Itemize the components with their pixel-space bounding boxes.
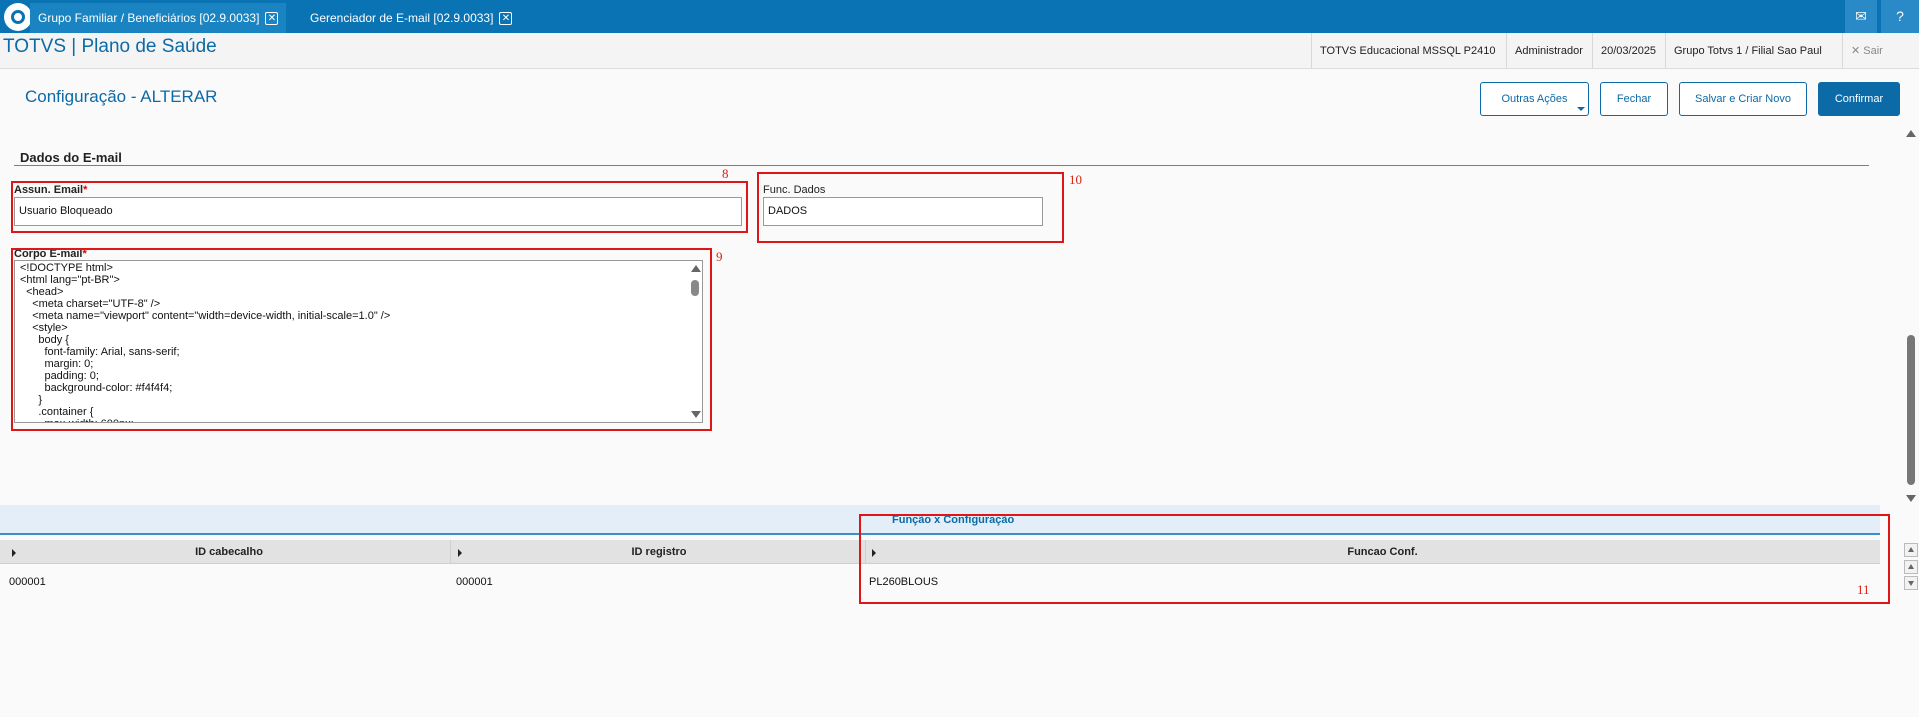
save-new-label: Salvar e Criar Novo xyxy=(1695,93,1791,105)
section-title: Dados do E-mail xyxy=(20,150,122,165)
close-icon: ✕ xyxy=(1851,45,1861,57)
annotation-box-8 xyxy=(11,181,748,233)
scroll-thumb[interactable] xyxy=(1907,335,1915,485)
save-and-new-button[interactable]: Salvar e Criar Novo xyxy=(1679,82,1807,116)
annotation-label-11: 11 xyxy=(1857,582,1870,597)
tab-label: Grupo Familiar / Beneficiários [02.9.003… xyxy=(38,11,260,25)
tab-gerenciador-email[interactable]: Gerenciador de E-mail [02.9.0033] ✕ xyxy=(302,3,521,33)
chevron-down-icon xyxy=(1577,107,1585,111)
user-info: Administrador xyxy=(1506,33,1591,69)
cell-id-cabecalho[interactable]: 000001 xyxy=(9,576,46,588)
column-header-id-cabecalho[interactable]: ID cabecalho xyxy=(0,540,458,564)
annotation-box-10 xyxy=(757,172,1064,243)
tab-label: Gerenciador de E-mail [02.9.0033] xyxy=(310,11,494,25)
top-tab-bar: Grupo Familiar / Beneficiários [02.9.003… xyxy=(0,0,1919,33)
scroll-down-icon[interactable] xyxy=(1906,495,1916,502)
close-icon[interactable]: ✕ xyxy=(499,12,513,26)
branch-info[interactable]: Grupo Totvs 1 / Filial Sao Paul xyxy=(1665,33,1830,69)
date-info: 20/03/2025 xyxy=(1592,33,1664,69)
annotation-label-10: 10 xyxy=(1069,172,1082,187)
tab-grupo-familiar[interactable]: Grupo Familiar / Beneficiários [02.9.003… xyxy=(30,3,287,33)
close-label: Fechar xyxy=(1616,93,1652,105)
close-button[interactable]: Fechar xyxy=(1600,82,1668,116)
scroll-up-icon[interactable] xyxy=(1906,130,1916,137)
logout-label: Sair xyxy=(1863,45,1883,57)
page-scrollbar[interactable] xyxy=(1905,130,1917,502)
more-actions-button[interactable]: Outras Ações xyxy=(1480,82,1589,116)
logout-button[interactable]: ✕ Sair xyxy=(1842,33,1919,69)
cell-id-registro[interactable]: 000001 xyxy=(456,576,493,588)
mail-icon[interactable]: ✉ xyxy=(1845,0,1877,33)
annotation-label-9: 9 xyxy=(716,249,723,264)
more-actions-label: Outras Ações xyxy=(1501,93,1568,105)
annotation-box-9 xyxy=(11,248,712,431)
scroll-up-icon[interactable] xyxy=(1904,560,1918,574)
confirm-button[interactable]: Confirmar xyxy=(1818,82,1900,116)
confirm-label: Confirmar xyxy=(1834,93,1884,105)
totvs-logo-icon[interactable] xyxy=(4,3,32,31)
app-header: TOTVS | Plano de Saúde TOTVS Educacional… xyxy=(0,33,1919,69)
scroll-down-icon[interactable] xyxy=(1904,576,1918,590)
close-icon[interactable]: ✕ xyxy=(265,12,279,26)
annotation-label-8: 8 xyxy=(722,166,729,181)
section-divider xyxy=(14,165,1869,166)
brand-title: TOTVS | Plano de Saúde xyxy=(3,36,217,57)
environment-info: TOTVS Educacional MSSQL P2410 xyxy=(1311,33,1503,69)
help-icon[interactable]: ? xyxy=(1881,0,1919,33)
annotation-box-11 xyxy=(859,514,1890,604)
scroll-up-icon[interactable] xyxy=(1904,543,1918,557)
page-title: Configuração - ALTERAR xyxy=(25,87,218,106)
grid-scrollbar[interactable] xyxy=(1904,540,1918,602)
column-header-id-registro[interactable]: ID registro xyxy=(450,540,868,564)
